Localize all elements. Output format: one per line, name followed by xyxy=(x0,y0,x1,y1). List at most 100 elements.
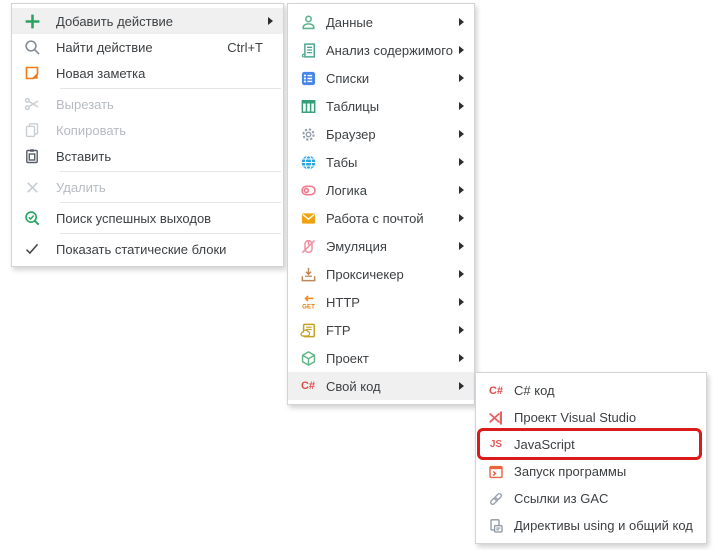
visual-studio-icon xyxy=(486,409,506,427)
gear-icon xyxy=(298,125,318,143)
menu-item-run-program[interactable]: Запуск программы xyxy=(476,458,706,485)
menu-item-label: HTTP xyxy=(326,295,453,310)
submenu-arrow-icon xyxy=(459,130,464,138)
menu-item-visual-studio-project[interactable]: Проект Visual Studio xyxy=(476,404,706,431)
menu-item-browser[interactable]: Браузер xyxy=(288,120,474,148)
svg-text:GET: GET xyxy=(302,303,315,310)
menu-item-show-static-blocks[interactable]: Показать статические блоки xyxy=(12,236,283,262)
menu-item-label: Таблицы xyxy=(326,99,453,114)
table-icon xyxy=(298,97,318,115)
copy-icon xyxy=(22,121,42,139)
menu-separator xyxy=(60,171,281,172)
context-menu: Добавить действие Найти действие Ctrl+T … xyxy=(11,3,284,267)
submenu-arrow-icon xyxy=(459,298,464,306)
menu-item-label: Поиск успешных выходов xyxy=(56,211,275,226)
menu-item-label: Вырезать xyxy=(56,97,275,112)
menu-item-label: Списки xyxy=(326,71,453,86)
menu-item-logic[interactable]: Логика xyxy=(288,176,474,204)
menu-item-label: Показать статические блоки xyxy=(56,242,275,257)
submenu-arrow-icon xyxy=(459,242,464,250)
menu-item-add-action[interactable]: Добавить действие xyxy=(12,8,283,34)
actions-submenu: Данные Анализ содержимого Списки Таблицы… xyxy=(287,3,475,405)
run-program-icon xyxy=(486,463,506,481)
menu-item-label: Браузер xyxy=(326,127,453,142)
menu-item-label: Эмуляция xyxy=(326,239,453,254)
submenu-arrow-icon xyxy=(459,158,464,166)
submenu-arrow-icon xyxy=(268,17,273,25)
menu-item-cut: Вырезать xyxy=(12,91,283,117)
search-icon xyxy=(22,38,42,56)
menu-item-copy: Копировать xyxy=(12,117,283,143)
menu-item-tabs[interactable]: Табы xyxy=(288,148,474,176)
menu-item-tables[interactable]: Таблицы xyxy=(288,92,474,120)
menu-item-using-directives[interactable]: Директивы using и общий код xyxy=(476,512,706,539)
menu-item-new-note[interactable]: Новая заметка xyxy=(12,60,283,86)
menu-item-label: Копировать xyxy=(56,123,275,138)
submenu-arrow-icon xyxy=(459,214,464,222)
menu-item-proxychecker[interactable]: Проксичекер xyxy=(288,260,474,288)
menu-item-find-action[interactable]: Найти действие Ctrl+T xyxy=(12,34,283,60)
menu-separator xyxy=(60,233,281,234)
toggle-icon xyxy=(298,181,318,199)
menu-item-project[interactable]: Проект xyxy=(288,344,474,372)
submenu-arrow-icon xyxy=(459,186,464,194)
paste-icon xyxy=(22,147,42,165)
menu-item-label: Найти действие xyxy=(56,40,227,55)
submenu-arrow-icon xyxy=(459,354,464,362)
http-get-icon: GET xyxy=(298,293,318,311)
mail-icon xyxy=(298,209,318,227)
menu-item-label: JavaScript xyxy=(514,437,698,452)
submenu-arrow-icon xyxy=(459,46,464,54)
documents-icon xyxy=(486,517,506,535)
scissors-icon xyxy=(22,95,42,113)
menu-item-search-success-exits[interactable]: Поиск успешных выходов xyxy=(12,205,283,231)
menu-item-label: Работа с почтой xyxy=(326,211,453,226)
submenu-arrow-icon xyxy=(459,18,464,26)
cube-icon xyxy=(298,349,318,367)
js-icon: JS xyxy=(486,436,506,454)
note-icon xyxy=(22,64,42,82)
menu-item-label: Новая заметка xyxy=(56,66,275,81)
menu-item-mail[interactable]: Работа с почтой xyxy=(288,204,474,232)
menu-item-paste[interactable]: Вставить xyxy=(12,143,283,169)
menu-item-emulation[interactable]: Эмуляция xyxy=(288,232,474,260)
plus-icon xyxy=(22,12,42,30)
menu-item-label: Проект xyxy=(326,351,453,366)
menu-separator xyxy=(60,202,281,203)
search-success-icon xyxy=(22,209,42,227)
menu-item-http[interactable]: GET HTTP xyxy=(288,288,474,316)
menu-item-label: Удалить xyxy=(56,180,275,195)
submenu-arrow-icon xyxy=(459,270,464,278)
code-submenu: C# C# код Проект Visual Studio JS JavaSc… xyxy=(475,372,707,544)
menu-item-ftp[interactable]: FTP xyxy=(288,316,474,344)
submenu-arrow-icon xyxy=(459,74,464,82)
shortcut-label: Ctrl+T xyxy=(227,40,263,55)
menu-item-data[interactable]: Данные xyxy=(288,8,474,36)
check-icon xyxy=(22,240,42,258)
menu-item-csharp-code[interactable]: C# C# код xyxy=(476,377,706,404)
menu-item-javascript[interactable]: JS JavaScript xyxy=(476,431,706,458)
globe-icon xyxy=(298,153,318,171)
delete-icon xyxy=(22,178,42,196)
menu-item-gac-references[interactable]: Ссылки из GAC xyxy=(476,485,706,512)
menu-item-label: Проксичекер xyxy=(326,267,453,282)
list-icon xyxy=(298,69,318,87)
user-icon xyxy=(298,13,318,31)
csharp-icon: C# xyxy=(486,382,506,400)
mouse-icon xyxy=(298,237,318,255)
menu-item-custom-code[interactable]: C# Свой код xyxy=(288,372,474,400)
menu-item-label: Проект Visual Studio xyxy=(514,410,698,425)
menu-item-label: Логика xyxy=(326,183,453,198)
menu-item-delete: Удалить xyxy=(12,174,283,200)
submenu-arrow-icon xyxy=(459,382,464,390)
menu-item-label: Анализ содержимого xyxy=(326,43,453,58)
link-icon xyxy=(486,490,506,508)
menu-item-label: C# код xyxy=(514,383,698,398)
menu-item-label: Данные xyxy=(326,15,453,30)
menu-item-lists[interactable]: Списки xyxy=(288,64,474,92)
menu-item-content-analysis[interactable]: Анализ содержимого xyxy=(288,36,474,64)
content-analysis-icon xyxy=(298,41,318,59)
menu-separator xyxy=(60,88,281,89)
menu-item-label: Свой код xyxy=(326,379,453,394)
menu-item-label: FTP xyxy=(326,323,453,338)
